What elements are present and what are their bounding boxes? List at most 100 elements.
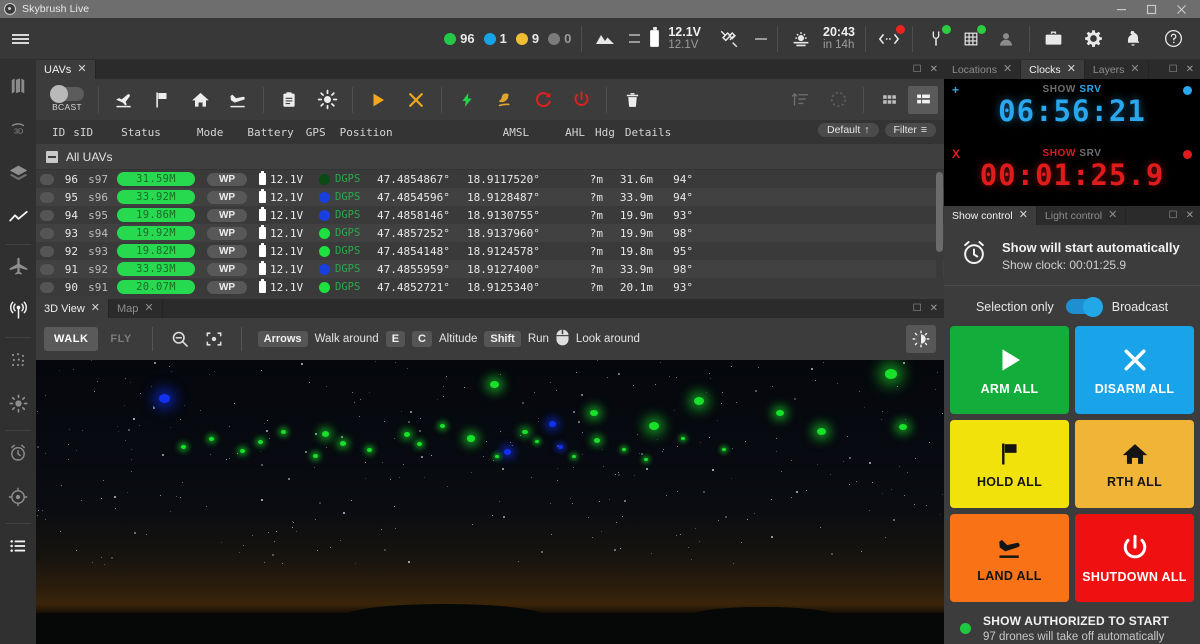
close-icon[interactable]: ✕ (91, 303, 100, 314)
sidebar-item-map[interactable] (0, 66, 36, 110)
filter-chip[interactable]: Filter ≡ (885, 123, 936, 137)
tab-show-control[interactable]: Show control✕ (944, 206, 1037, 225)
sidebar-item-layers[interactable] (0, 154, 36, 198)
reboot-button[interactable] (524, 79, 562, 121)
status-ok-count[interactable]: 96 (444, 31, 474, 46)
close-icon[interactable]: ✕ (1003, 64, 1012, 75)
spinner-icon[interactable] (819, 79, 857, 121)
close-icon[interactable]: ✕ (1186, 64, 1194, 75)
sidebar-item-light[interactable] (0, 384, 36, 428)
table-row[interactable]: 94s9519.86MWP12.1VDGPS47.4858146°18.9130… (36, 206, 944, 224)
status-warning-count[interactable]: 9 (516, 31, 539, 46)
start-button[interactable] (359, 79, 397, 121)
table-row[interactable]: 92s9319.82MWP12.1VDGPS47.4854148°18.9124… (36, 242, 944, 260)
row-select[interactable] (40, 228, 54, 239)
disarm-button[interactable] (486, 79, 524, 121)
rth-button[interactable] (181, 79, 219, 121)
sort-icon[interactable] (781, 79, 819, 121)
sidebar-item-log[interactable] (0, 526, 36, 570)
row-select[interactable] (40, 264, 54, 275)
gear-icon[interactable] (1080, 26, 1106, 52)
rth-all-button[interactable]: RTH ALL (1075, 420, 1194, 508)
fly-mode-button[interactable]: FLY (100, 327, 141, 351)
toolbox-icon[interactable] (1040, 26, 1066, 52)
sidebar-item-rc[interactable] (0, 291, 36, 335)
broadcast-switch[interactable] (50, 87, 84, 101)
sidebar-item-chart[interactable] (0, 198, 36, 242)
bell-icon[interactable] (1120, 26, 1146, 52)
close-icon[interactable]: ✕ (1019, 210, 1028, 221)
table-row[interactable]: 91s9233.93MWP12.1VDGPS47.4855959°18.9127… (36, 260, 944, 278)
magnifier-minus-icon[interactable] (163, 324, 197, 354)
close-icon[interactable]: ✕ (77, 64, 86, 75)
land-button[interactable] (219, 79, 257, 121)
close-icon[interactable]: ✕ (1186, 210, 1194, 221)
broadcast-toggle[interactable]: BCAST (42, 87, 92, 112)
status-info-count[interactable]: 1 (484, 31, 507, 46)
power-off-button[interactable] (562, 79, 600, 121)
hold-all-button[interactable]: HOLD ALL (950, 420, 1069, 508)
collapse-icon[interactable] (46, 151, 58, 163)
arm-all-button[interactable]: ARM ALL (950, 326, 1069, 414)
sidebar-item-locations[interactable] (0, 477, 36, 521)
vertical-scrollbar[interactable] (936, 170, 943, 299)
table-row[interactable]: 93s9419.92MWP12.1VDGPS47.4857252°18.9137… (36, 224, 944, 242)
sidebar-item-3d-view[interactable]: 3D (0, 110, 36, 154)
close-icon[interactable]: ✕ (1067, 64, 1076, 75)
network-grid-icon[interactable] (958, 26, 984, 52)
hamburger-menu-icon[interactable] (2, 18, 38, 60)
plug-icon[interactable] (923, 26, 949, 52)
user-icon[interactable] (993, 26, 1019, 52)
uav-table-body[interactable]: 96s9731.59MWP12.1VDGPS47.4854867°18.9117… (36, 170, 944, 299)
row-select[interactable] (40, 246, 54, 257)
sort-chip[interactable]: Default ↑ (818, 123, 879, 137)
lights-button[interactable] (308, 79, 346, 121)
close-icon[interactable]: ✕ (1108, 210, 1117, 221)
walk-mode-button[interactable]: WALK (44, 327, 98, 351)
close-icon[interactable]: ✕ (930, 64, 938, 75)
sidebar-item-clocks[interactable] (0, 433, 36, 477)
row-select[interactable] (40, 192, 54, 203)
tab-clocks[interactable]: Clocks✕ (1021, 60, 1085, 79)
table-row[interactable]: 95s9633.92MWP12.1VDGPS47.4854596°18.9128… (36, 188, 944, 206)
tab-3d-view[interactable]: 3D View ✕ (36, 299, 109, 318)
uav-group-row[interactable]: All UAVs (36, 144, 944, 170)
maximize-icon[interactable]: ☐ (913, 303, 922, 314)
stop-button[interactable] (397, 79, 435, 121)
tab-light-control[interactable]: Light control✕ (1037, 206, 1126, 225)
maximize-icon[interactable] (1136, 0, 1166, 18)
land-all-button[interactable]: LAND ALL (950, 514, 1069, 602)
day-night-toggle[interactable] (906, 325, 936, 353)
crosshair-icon[interactable] (197, 324, 231, 354)
delete-button[interactable] (613, 79, 651, 121)
maximize-icon[interactable]: ☐ (1169, 64, 1178, 75)
table-row[interactable]: 96s9731.59MWP12.1VDGPS47.4854867°18.9117… (36, 170, 944, 188)
rtk-link-icon[interactable] (876, 26, 902, 52)
row-select[interactable] (40, 210, 54, 221)
close-icon[interactable]: ✕ (930, 303, 938, 314)
messages-button[interactable] (270, 79, 308, 121)
shutdown-all-button[interactable]: SHUTDOWN ALL (1075, 514, 1194, 602)
list-view-icon[interactable] (908, 86, 938, 114)
close-icon[interactable]: ✕ (144, 303, 153, 314)
tab-uavs[interactable]: UAVs ✕ (36, 60, 96, 79)
broadcast-mode-switch[interactable] (1066, 299, 1100, 314)
row-select[interactable] (40, 282, 54, 293)
close-icon[interactable]: ✕ (1130, 64, 1139, 75)
status-offline-count[interactable]: 0 (548, 31, 571, 46)
maximize-icon[interactable]: ☐ (1169, 210, 1178, 221)
sidebar-item-show[interactable] (0, 340, 36, 384)
takeoff-button[interactable] (105, 79, 143, 121)
hold-button[interactable] (143, 79, 181, 121)
tab-map[interactable]: Map ✕ (109, 299, 163, 318)
close-icon[interactable] (1166, 0, 1196, 18)
help-icon[interactable] (1160, 26, 1186, 52)
sidebar-item-uavs[interactable] (0, 247, 36, 291)
arm-button[interactable] (448, 79, 486, 121)
tab-locations[interactable]: Locations✕ (944, 60, 1021, 79)
minimize-icon[interactable] (1106, 0, 1136, 18)
tab-layers[interactable]: Layers✕ (1085, 60, 1149, 79)
3d-scene[interactable] (36, 360, 944, 644)
grid-view-icon[interactable] (870, 79, 908, 121)
row-select[interactable] (40, 174, 54, 185)
